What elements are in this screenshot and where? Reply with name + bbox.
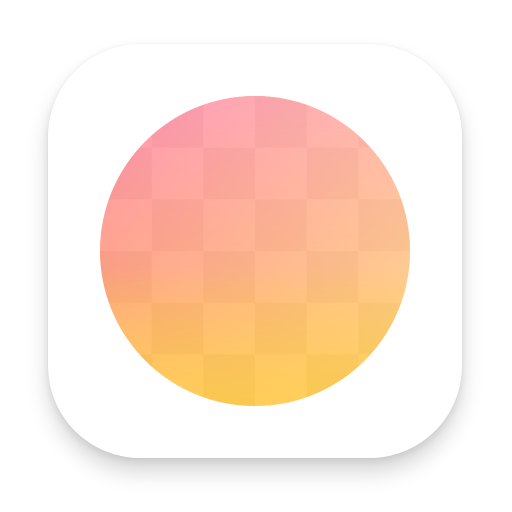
orb-grid-cell <box>255 96 307 148</box>
orb-grid-cell <box>307 148 359 200</box>
orb-grid-cell <box>255 303 307 355</box>
orb-grid-cell <box>152 354 204 406</box>
orb-grid-cell <box>255 148 307 200</box>
orb-grid-cell <box>203 96 255 148</box>
orb-grid-cell <box>307 354 359 406</box>
orb-grid-cell <box>358 148 410 200</box>
orb-grid-cell <box>152 303 204 355</box>
orb-grid-cell <box>100 251 152 303</box>
orb-grid-cell <box>100 303 152 355</box>
gradient-orb-icon <box>100 96 410 406</box>
orb-grid-cell <box>358 354 410 406</box>
app-icon[interactable] <box>48 44 462 458</box>
orb-grid-cell <box>307 96 359 148</box>
orb-grid-cell <box>100 96 152 148</box>
orb-grid-cell <box>255 199 307 251</box>
orb-grid-cell <box>203 354 255 406</box>
orb-grid-cell <box>152 251 204 303</box>
orb-grid-cell <box>358 303 410 355</box>
orb-grid-cell <box>255 251 307 303</box>
orb-grid-cell <box>152 199 204 251</box>
app-icon-canvas <box>0 0 512 512</box>
orb-grid-cell <box>152 96 204 148</box>
orb-grid-cell <box>152 148 204 200</box>
orb-grid-cell <box>358 199 410 251</box>
orb-grid-cell <box>100 199 152 251</box>
orb-grid-cell <box>358 96 410 148</box>
orb-grid-graphic <box>100 96 410 406</box>
orb-grid-cell <box>255 354 307 406</box>
orb-grid-cell <box>203 199 255 251</box>
orb-grid-cell <box>203 251 255 303</box>
orb-grid-cell <box>203 303 255 355</box>
orb-grid-cell <box>358 251 410 303</box>
orb-grid-cells <box>100 96 410 406</box>
orb-grid-cell <box>100 148 152 200</box>
orb-grid-cell <box>307 199 359 251</box>
orb-grid-cell <box>100 354 152 406</box>
orb-grid-cell <box>203 148 255 200</box>
orb-grid-cell <box>307 251 359 303</box>
orb-grid-cell <box>307 303 359 355</box>
